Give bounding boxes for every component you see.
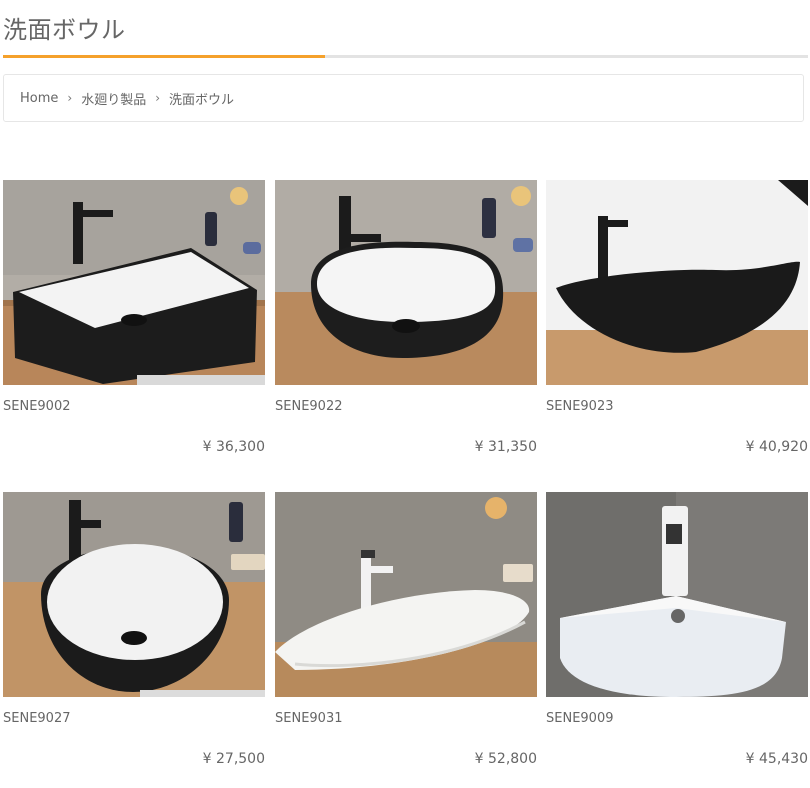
title-divider (3, 55, 808, 58)
boat-black-vessel-sink-image (546, 180, 808, 385)
breadcrumb: Home › 水廻り製品 › 洗面ボウル (3, 74, 804, 122)
product-sku: SENE9002 (3, 399, 71, 414)
product-card[interactable]: SENE9031 ¥ 52,800 (275, 492, 537, 767)
product-price: ¥ 27,500 (202, 751, 265, 767)
product-sku: SENE9027 (3, 711, 71, 726)
product-image-link[interactable] (3, 180, 265, 385)
rounded-black-vessel-sink-image (275, 180, 537, 385)
breadcrumb-home-link[interactable]: Home (20, 91, 58, 106)
product-price: ¥ 45,430 (745, 751, 808, 767)
chevron-right-icon: › (67, 91, 73, 105)
breadcrumb-current: 洗面ボウル (169, 92, 235, 108)
product-card[interactable]: SENE9002 ¥ 36,300 (3, 180, 265, 455)
product-sku: SENE9009 (546, 711, 614, 726)
product-price: ¥ 36,300 (202, 439, 265, 455)
product-card[interactable]: SENE9022 ¥ 31,350 (275, 180, 537, 455)
product-card[interactable]: SENE9023 ¥ 40,920 (546, 180, 808, 455)
breadcrumb-category-link[interactable]: 水廻り製品 (81, 89, 146, 108)
product-sku: SENE9023 (546, 399, 614, 414)
product-card[interactable]: SENE9027 ¥ 27,500 (3, 492, 265, 767)
title-divider-accent (3, 55, 325, 58)
product-image-link[interactable] (3, 492, 265, 697)
product-price: ¥ 52,800 (474, 751, 537, 767)
product-image-link[interactable] (546, 180, 808, 385)
white-corner-sink-image (546, 492, 808, 697)
product-card[interactable]: SENE9009 ¥ 45,430 (546, 492, 808, 767)
page-title: 洗面ボウル (3, 16, 126, 44)
chevron-right-icon: › (155, 91, 161, 105)
product-image-link[interactable] (275, 180, 537, 385)
product-image-link[interactable] (275, 492, 537, 697)
white-boat-vessel-sink-image (275, 492, 537, 697)
product-sku: SENE9031 (275, 711, 343, 726)
product-price: ¥ 31,350 (474, 439, 537, 455)
product-price: ¥ 40,920 (745, 439, 808, 455)
rectangular-black-vessel-sink-image (3, 180, 265, 385)
product-sku: SENE9022 (275, 399, 343, 414)
product-image-link[interactable] (546, 492, 808, 697)
round-black-vessel-sink-image (3, 492, 265, 697)
